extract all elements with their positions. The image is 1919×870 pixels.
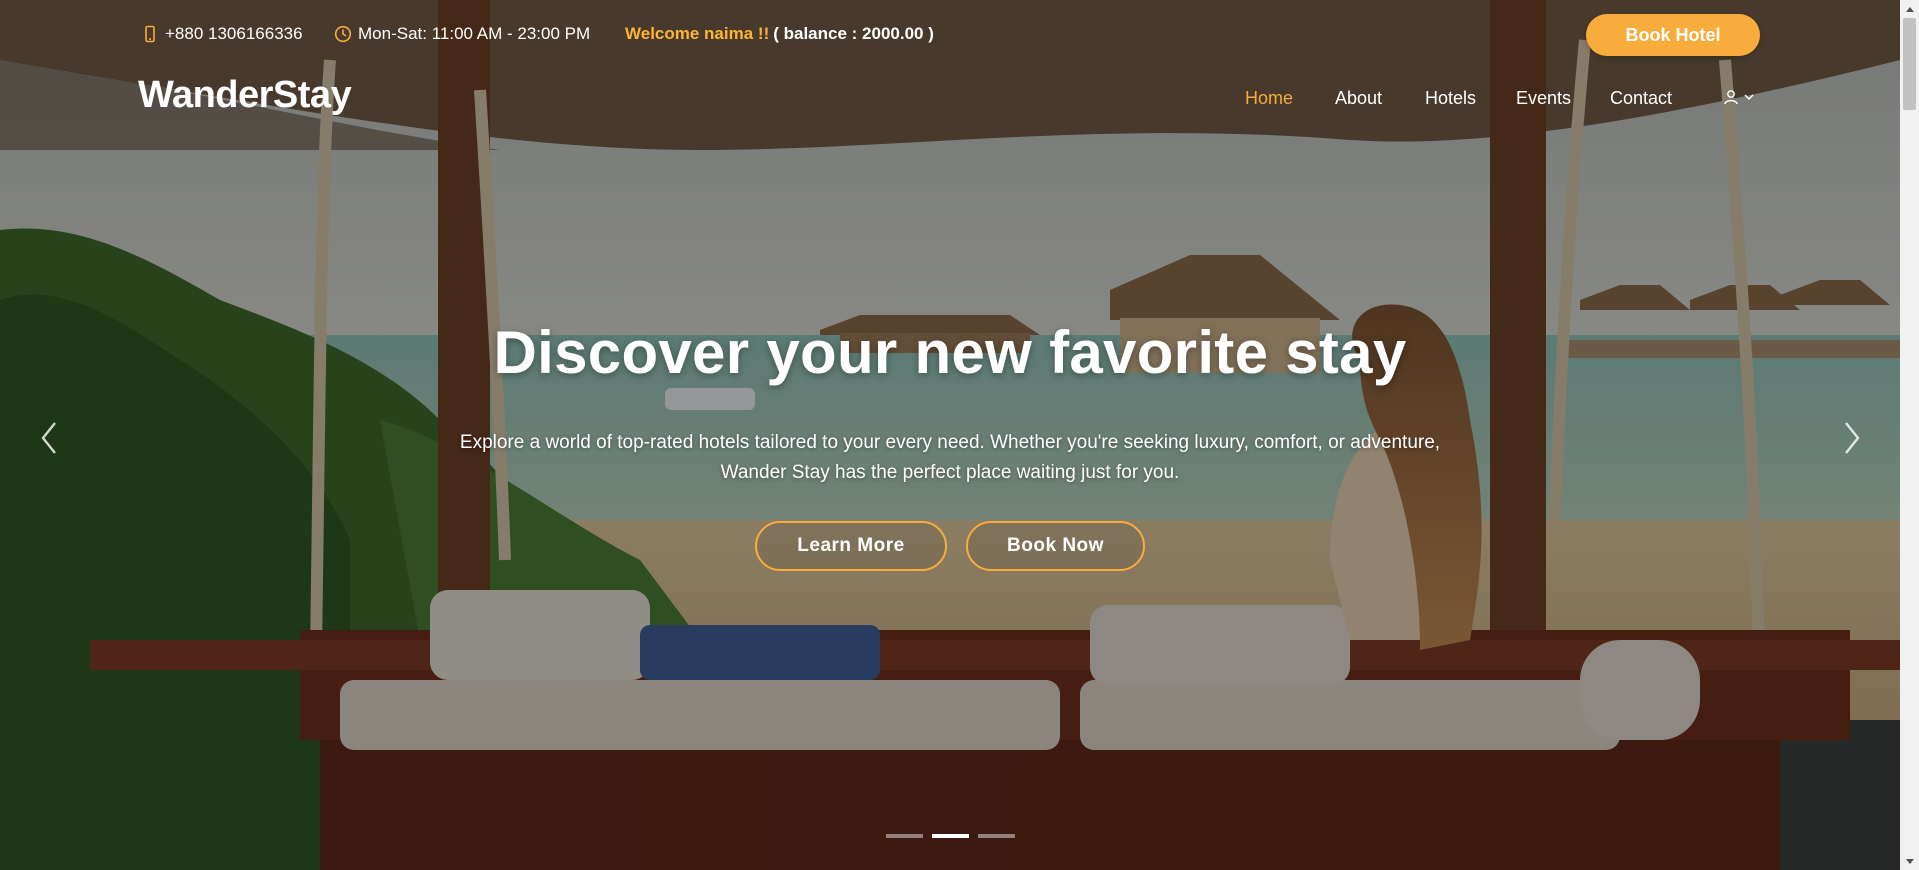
chevron-down-icon bbox=[1744, 94, 1754, 100]
scroll-down-arrow-icon[interactable] bbox=[1900, 853, 1919, 870]
site-logo[interactable]: WanderStay bbox=[138, 74, 352, 117]
user-icon bbox=[1724, 90, 1738, 105]
page-scrollbar[interactable] bbox=[1900, 0, 1919, 870]
nav-item-hotels[interactable]: Hotels bbox=[1425, 88, 1476, 109]
hero-title: Discover your new favorite stay bbox=[493, 319, 1407, 386]
hero-subtitle-line-2: Wander Stay has the perfect place waitin… bbox=[720, 462, 1180, 483]
carousel-indicators bbox=[886, 834, 1015, 838]
phone-number: +880 1306166336 bbox=[165, 24, 303, 43]
nav-item-home[interactable]: Home bbox=[1245, 88, 1293, 109]
nav-item-about[interactable]: About bbox=[1335, 88, 1382, 109]
nav-item-contact[interactable]: Contact bbox=[1610, 88, 1672, 109]
carousel-prev-button[interactable] bbox=[33, 418, 63, 458]
welcome-text: Welcome naima !! bbox=[625, 24, 770, 43]
book-hotel-button[interactable]: Book Hotel bbox=[1586, 14, 1760, 56]
chevron-right-icon bbox=[1845, 422, 1860, 454]
opening-hours: Mon-Sat: 11:00 AM - 23:00 PM bbox=[334, 24, 590, 44]
balance-text: ( balance : 2000.00 ) bbox=[773, 24, 934, 43]
user-welcome: Welcome naima !! ( balance : 2000.00 ) bbox=[625, 24, 934, 44]
book-now-button[interactable]: Book Now bbox=[966, 521, 1145, 571]
hours-text: Mon-Sat: 11:00 AM - 23:00 PM bbox=[358, 24, 591, 43]
user-account-menu[interactable] bbox=[1723, 89, 1755, 105]
phone-contact[interactable]: +880 1306166336 bbox=[141, 24, 303, 44]
hero-subtitle-line-1: Explore a world of top-rated hotels tail… bbox=[459, 432, 1441, 453]
scroll-up-arrow-icon[interactable] bbox=[1900, 0, 1919, 17]
chevron-left-icon bbox=[41, 422, 56, 454]
top-info-bar: +880 1306166336 Mon-Sat: 11:00 AM - 23:0… bbox=[0, 0, 1900, 70]
clock-icon bbox=[334, 25, 352, 43]
scrollbar-thumb[interactable] bbox=[1903, 18, 1916, 110]
learn-more-button[interactable]: Learn More bbox=[755, 521, 947, 571]
phone-icon bbox=[145, 25, 155, 43]
carousel-indicator-3[interactable] bbox=[978, 834, 1015, 838]
carousel-indicator-1[interactable] bbox=[886, 834, 923, 838]
carousel-indicator-2[interactable] bbox=[932, 834, 969, 838]
carousel-next-button[interactable] bbox=[1838, 418, 1868, 458]
hero-subtitle: Explore a world of top-rated hotels tail… bbox=[410, 428, 1490, 488]
nav-item-events[interactable]: Events bbox=[1516, 88, 1571, 109]
